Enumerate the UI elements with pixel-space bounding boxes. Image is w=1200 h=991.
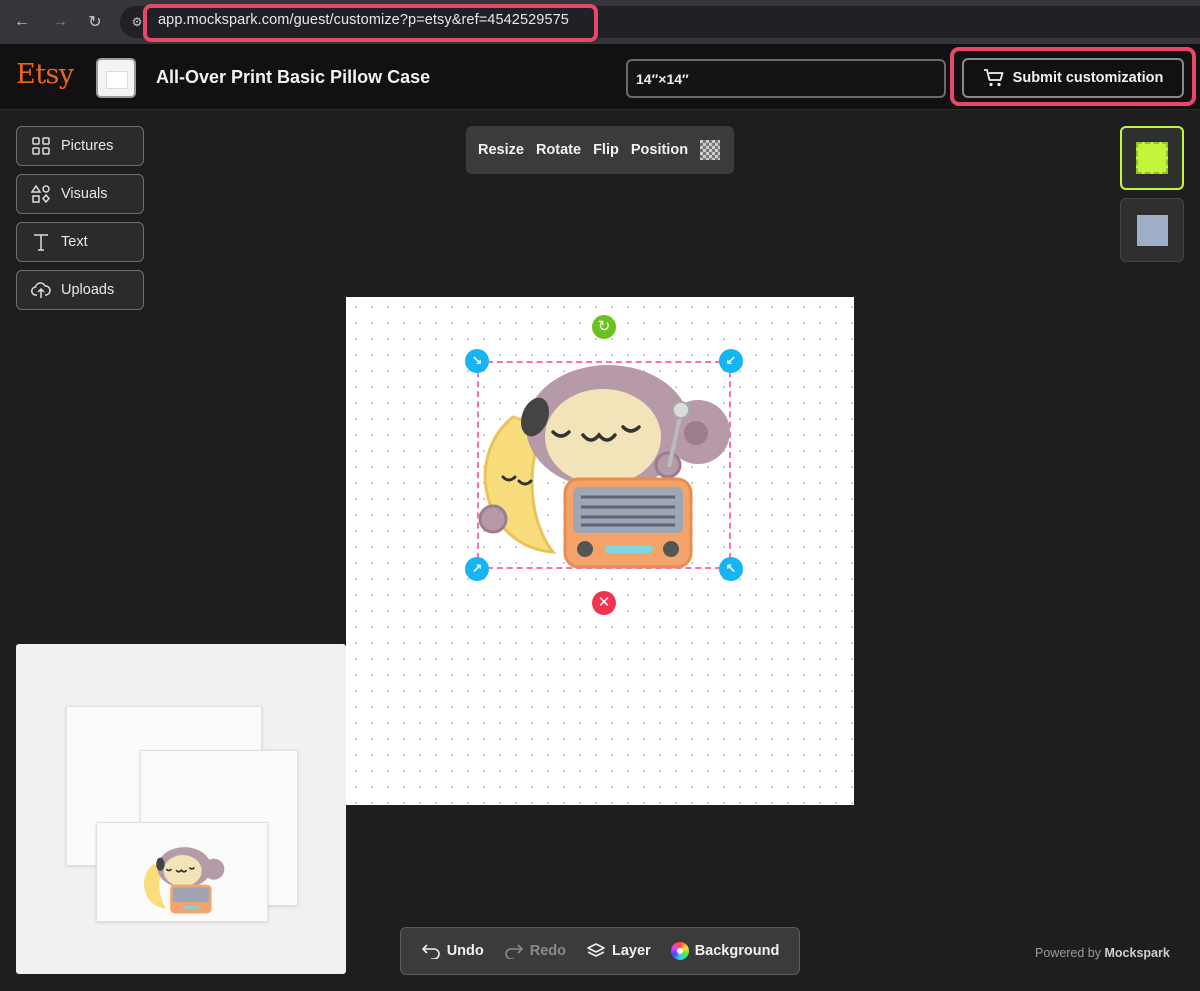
app-header: Etsy All-Over Print Basic Pillow Case 14… xyxy=(0,44,1200,110)
browser-toolbar: ← → ↻ ⚙ app.mockspark.com/guest/customiz… xyxy=(0,0,1200,44)
flip-button[interactable]: Flip xyxy=(593,142,619,158)
redo-label: Redo xyxy=(529,943,566,959)
resize-handle-bottom-right-icon[interactable]: ↖ xyxy=(719,557,743,581)
resize-handle-bottom-left-icon[interactable]: ↗ xyxy=(465,557,489,581)
submit-customization-button[interactable]: Submit customization xyxy=(962,58,1184,98)
swatch-slate[interactable] xyxy=(1120,198,1184,262)
pictures-label: Pictures xyxy=(61,138,114,154)
layer-label: Layer xyxy=(612,943,651,959)
bottom-toolbar: Undo Redo Layer Background xyxy=(400,927,800,975)
uploads-tool-button[interactable]: Uploads xyxy=(16,270,144,310)
text-icon xyxy=(34,234,48,251)
powered-by-prefix: Powered by xyxy=(1035,946,1102,960)
transform-toolbar: Resize Rotate Flip Position xyxy=(466,126,734,174)
powered-by: Powered by Mockspark xyxy=(1035,946,1170,960)
back-arrow-icon[interactable]: ← xyxy=(10,10,34,34)
shapes-icon xyxy=(31,184,50,204)
delete-handle-icon[interactable]: ✕ xyxy=(592,591,616,615)
reload-icon[interactable]: ↻ xyxy=(83,10,107,34)
resize-handle-top-right-icon[interactable]: ↙ xyxy=(719,349,743,373)
background-button[interactable]: Background xyxy=(670,942,780,960)
undo-icon xyxy=(421,944,440,959)
background-label: Background xyxy=(694,943,780,959)
pictures-tool-button[interactable]: Pictures xyxy=(16,126,144,166)
color-wheel-icon xyxy=(670,942,689,960)
uploads-label: Uploads xyxy=(61,282,115,298)
layers-icon xyxy=(587,943,605,957)
rotate-button[interactable]: Rotate xyxy=(536,142,581,158)
redo-icon xyxy=(505,944,523,959)
size-selector[interactable]: 14″×14″ xyxy=(626,59,946,98)
forward-arrow-icon[interactable]: → xyxy=(48,10,72,34)
selection-box[interactable] xyxy=(477,361,731,569)
text-label: Text xyxy=(61,234,88,250)
mockspark-link[interactable]: Mockspark xyxy=(1105,946,1170,960)
transparency-icon[interactable] xyxy=(700,140,721,160)
product-thumbnail[interactable] xyxy=(96,58,136,98)
preview-artwork xyxy=(144,847,225,914)
position-button[interactable]: Position xyxy=(631,142,688,158)
redo-button[interactable]: Redo xyxy=(504,943,566,959)
cloud-upload-icon xyxy=(31,282,51,298)
etsy-logo[interactable]: Etsy xyxy=(16,59,74,90)
url-text[interactable]: app.mockspark.com/guest/customize?p=etsy… xyxy=(158,12,569,28)
resize-handle-top-left-icon[interactable]: ↘ xyxy=(465,349,489,373)
layer-button[interactable]: Layer xyxy=(586,942,651,960)
undo-label: Undo xyxy=(446,943,484,959)
text-tool-button[interactable]: Text xyxy=(16,222,144,262)
visuals-label: Visuals xyxy=(61,186,108,202)
swatch-slate-fill xyxy=(1137,215,1168,246)
resize-button[interactable]: Resize xyxy=(478,142,524,158)
undo-button[interactable]: Undo xyxy=(421,943,484,959)
swatch-lime[interactable] xyxy=(1120,126,1184,190)
visuals-tool-button[interactable]: Visuals xyxy=(16,174,144,214)
product-preview xyxy=(16,644,346,974)
rotate-handle-icon[interactable]: ↻ xyxy=(592,315,616,339)
submit-label: Submit customization xyxy=(1012,70,1164,86)
grid-icon xyxy=(32,137,50,155)
cart-icon xyxy=(983,69,1004,87)
product-title: All-Over Print Basic Pillow Case xyxy=(156,67,431,87)
swatch-lime-fill xyxy=(1136,142,1168,174)
